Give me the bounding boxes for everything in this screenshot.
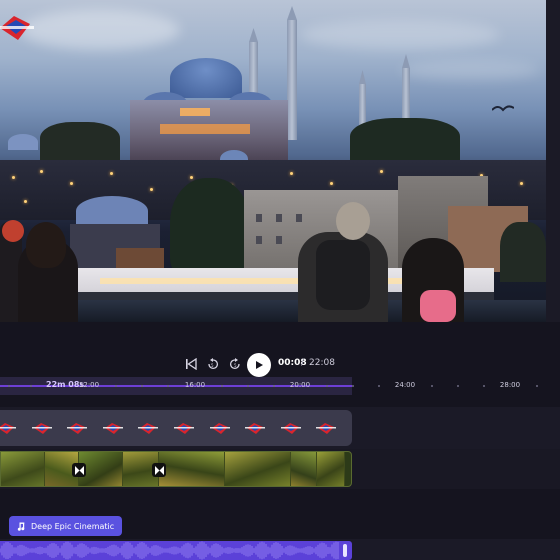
skip-to-start-button[interactable] <box>180 352 202 376</box>
mosque-main-dome <box>170 58 242 98</box>
transition-icon <box>74 465 84 475</box>
ruler-tick-label: 16:00 <box>184 381 206 389</box>
logo-overlay-clip[interactable] <box>0 410 352 446</box>
small-dome <box>76 196 148 226</box>
logo-sticker-icon <box>138 423 159 434</box>
logo-sticker-icon <box>209 423 230 434</box>
video-thumbnail <box>317 452 345 486</box>
total-duration: 22:08 <box>309 358 335 368</box>
transition-button[interactable] <box>152 463 166 477</box>
audio-clip[interactable] <box>0 541 352 560</box>
music-note-icon <box>17 522 25 531</box>
svg-text:5: 5 <box>234 363 237 368</box>
transition-button[interactable] <box>72 463 86 477</box>
minaret <box>287 20 297 140</box>
video-thumbnail <box>225 452 291 486</box>
audio-track-label[interactable]: Deep Epic Cinematic <box>9 516 123 536</box>
video-thumbnail <box>159 452 225 486</box>
video-clip[interactable] <box>0 451 352 487</box>
waveform-path <box>0 541 339 560</box>
video-thumbnail <box>1 452 45 486</box>
ruler-tick-label: 28:00 <box>499 381 521 389</box>
playback-controls: 5 5 00:08 / 22:08 <box>0 352 560 377</box>
logo-sticker-icon <box>102 423 123 434</box>
ruler-tick-label: 24:00 <box>394 381 416 389</box>
skip-back-icon <box>186 358 197 370</box>
transition-icon <box>154 465 164 475</box>
video-preview <box>0 0 546 322</box>
audio-track-name: Deep Epic Cinematic <box>31 521 115 531</box>
logo-sticker-icon <box>245 423 266 434</box>
empty-track <box>0 489 560 511</box>
forward-5s-icon: 5 <box>229 358 240 370</box>
play-button[interactable] <box>247 353 271 377</box>
logo-sticker-icon <box>67 423 88 434</box>
play-icon <box>256 361 263 369</box>
time-separator: / <box>301 358 305 368</box>
preview-gutter <box>546 0 560 322</box>
ruler-tick-label: 20:00 <box>289 381 311 389</box>
ruler-tick-label: 12:00 <box>78 381 100 389</box>
rewind-button[interactable]: 5 <box>202 352 224 376</box>
brand-logo-icon <box>0 16 34 40</box>
rewind-5s-icon: 5 <box>208 358 219 370</box>
video-thumbnail <box>291 452 317 486</box>
logo-sticker-icon <box>280 423 301 434</box>
timeline-ruler[interactable]: 22m 08s 12:00 16:00 20:00 24:00 28:00 <box>0 377 560 395</box>
forward-button[interactable]: 5 <box>224 352 246 376</box>
audio-trim-handle[interactable] <box>343 544 347 557</box>
small-dome <box>8 134 38 150</box>
audio-waveform <box>0 541 339 560</box>
logo-sticker-icon <box>316 423 337 434</box>
logo-sticker-icon <box>31 423 52 434</box>
logo-sticker-icon <box>0 423 16 434</box>
logo-sticker-icon <box>174 423 194 434</box>
svg-text:5: 5 <box>211 363 214 368</box>
bird-icon <box>492 105 514 112</box>
